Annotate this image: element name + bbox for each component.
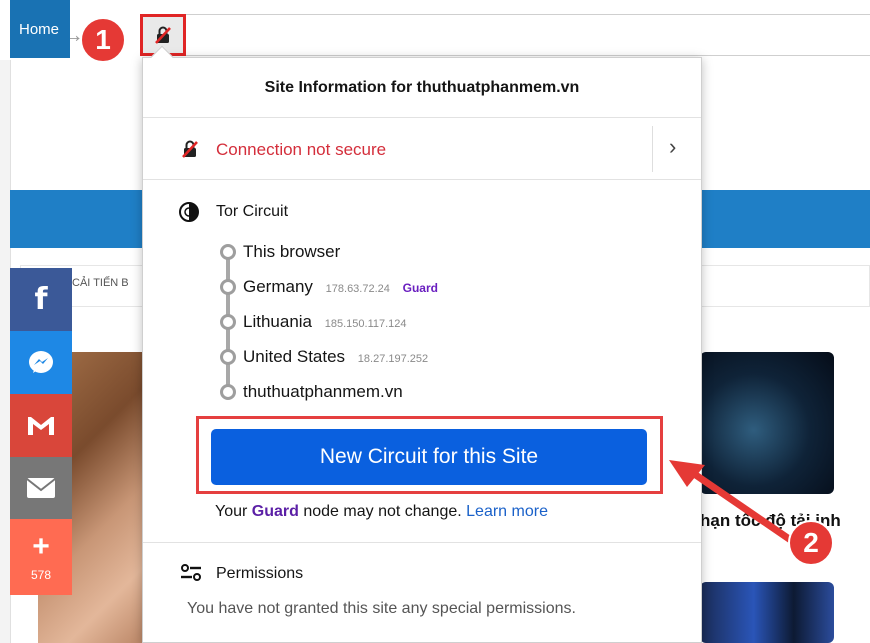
- circuit-node-dot: [220, 279, 236, 295]
- node-name: This browser: [243, 242, 341, 261]
- nav-home[interactable]: Home: [10, 0, 70, 58]
- share-messenger-button[interactable]: [10, 331, 72, 394]
- tor-circuit-heading: Tor Circuit: [216, 203, 289, 220]
- share-email-button[interactable]: [10, 457, 72, 519]
- learn-more-link[interactable]: Learn more: [466, 503, 548, 520]
- share-facebook-button[interactable]: f: [10, 268, 72, 331]
- url-bar[interactable]: [140, 14, 870, 56]
- circuit-node: United States 18.27.197.252: [243, 347, 428, 367]
- connection-status-label: Connection not secure: [216, 140, 387, 159]
- share-more-button[interactable]: + 578: [10, 519, 72, 595]
- node-name: United States: [243, 347, 346, 366]
- messenger-icon: [29, 350, 53, 373]
- circuit-node: This browser: [243, 242, 340, 262]
- screenshot: ← → Home Internet CẢI TIẾN B hạn tốc độ …: [0, 0, 870, 643]
- chevron-right-icon[interactable]: ›: [669, 134, 676, 160]
- permissions-description: You have not granted this site any speci…: [187, 600, 576, 617]
- site-info-popup: Site Information for thuthuatphanmem.vn …: [142, 57, 702, 643]
- circuit-node: Germany 178.63.72.24 Guard: [243, 277, 438, 297]
- tor-onion-icon: [179, 202, 199, 222]
- node-ip: 18.27.197.252: [357, 353, 429, 365]
- guard-note-prefix: Your: [215, 503, 252, 520]
- step-badge-1: 1: [80, 17, 126, 63]
- node-name: Germany: [243, 277, 313, 296]
- circuit-node: Lithuania 185.150.117.124: [243, 312, 407, 332]
- circuit-node-dot: [220, 349, 236, 365]
- article-thumbnail-right-2[interactable]: [700, 582, 834, 643]
- node-name: Lithuania: [243, 312, 313, 331]
- insecure-lock-icon: [182, 140, 198, 158]
- node-name: thuthuatphanmem.vn: [243, 382, 403, 401]
- email-icon: [26, 478, 56, 498]
- connection-row[interactable]: Connection not secure ›: [143, 118, 701, 180]
- divider: [143, 542, 701, 543]
- guard-badge: Guard: [402, 281, 438, 295]
- new-circuit-button[interactable]: New Circuit for this Site: [211, 429, 647, 485]
- gmail-icon: [28, 416, 54, 435]
- ticker-text: CẢI TIẾN B: [72, 277, 129, 289]
- divider: [652, 126, 653, 172]
- circuit-node-dot: [220, 314, 236, 330]
- facebook-icon: f: [34, 282, 48, 317]
- circuit-node-dot: [220, 384, 236, 400]
- guard-note: Your Guard node may not change. Learn mo…: [215, 503, 548, 521]
- step-badge-2: 2: [788, 520, 834, 566]
- insecure-lock-icon: [155, 26, 171, 44]
- share-gmail-button[interactable]: [10, 394, 72, 457]
- share-count: 578: [30, 568, 52, 582]
- permissions-sliders-icon: [181, 564, 201, 581]
- permissions-heading: Permissions: [216, 565, 304, 582]
- popup-title: Site Information for thuthuatphanmem.vn: [143, 58, 701, 118]
- guard-note-suffix: node may not change.: [298, 503, 467, 520]
- guard-note-guard: Guard: [251, 503, 299, 520]
- circuit-node-dot: [220, 244, 236, 260]
- plus-icon: +: [32, 530, 50, 563]
- circuit-node: thuthuatphanmem.vn: [243, 382, 403, 402]
- node-ip: 185.150.117.124: [324, 318, 407, 330]
- node-ip: 178.63.72.24: [325, 283, 390, 295]
